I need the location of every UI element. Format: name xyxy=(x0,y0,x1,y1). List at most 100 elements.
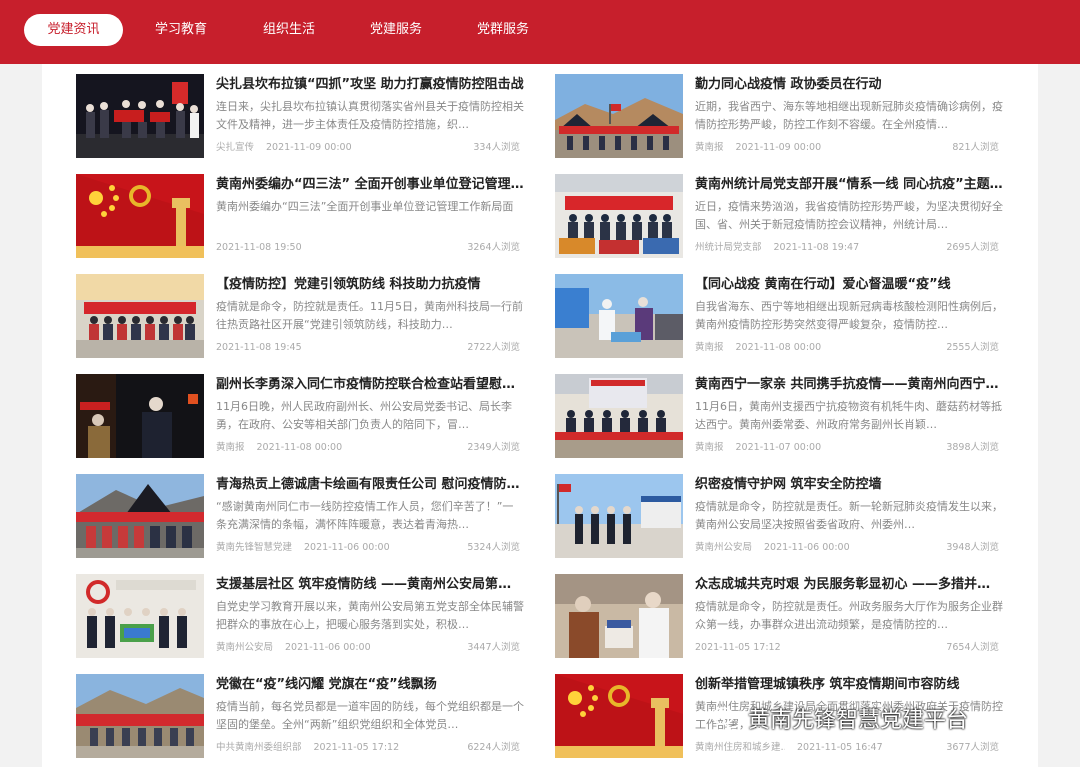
article-thumbnail xyxy=(76,274,204,358)
article-meta: 黄南州公安局 2021-11-06 00:00 3447人浏览 xyxy=(216,641,524,655)
article-source: 黄南报 xyxy=(216,442,245,453)
article-views: 3264人浏览 xyxy=(467,242,520,253)
article-meta: 黄南报 2021-11-08 00:00 2349人浏览 xyxy=(216,441,524,455)
article-meta: 黄南先锋智慧党建 2021-11-06 00:00 5324人浏览 xyxy=(216,541,524,555)
article-thumbnail xyxy=(555,74,683,158)
article-source: 黄南先锋智慧党建 xyxy=(216,542,293,553)
article-card[interactable]: 副州长李勇深入同仁市疫情防控联合检查站看望慰问一线工作人员 11月6日晚，州人民… xyxy=(76,374,524,458)
article-title[interactable]: 黄南州委编办“四三法” 全面开创事业单位登记管理工作新局面 xyxy=(216,176,524,194)
article-title[interactable]: 黄南西宁一家亲 共同携手抗疫情——黄南州向西宁市捐赠抗疫物资 xyxy=(695,376,1003,394)
article-date: 2021-11-06 00:00 xyxy=(285,642,371,653)
article-card[interactable]: 尖扎县坎布拉镇“四抓”攻坚 助力打赢疫情防控阻击战 连日来，尖扎县坎布拉镇认真贯… xyxy=(76,74,524,158)
article-card[interactable]: 黄南州统计局党支部开展“情系一线 同心抗疫”主题党日活动 近日，疫情来势汹汹，我… xyxy=(555,174,1003,258)
article-views: 6224人浏览 xyxy=(467,742,520,753)
article-card[interactable]: 勤力同心战疫情 政协委员在行动 近期，我省西宁、海东等地相继出现新冠肺炎疫情确诊… xyxy=(555,74,1003,158)
watermark: 黄南先锋智慧党建平台 xyxy=(712,702,968,734)
article-thumbnail xyxy=(76,374,204,458)
article-meta: 2021-11-05 17:12 7654人浏览 xyxy=(695,641,1003,655)
article-card[interactable]: 【同心战疫 黄南在行动】爱心督温暖“疫”线 自我省海东、西宁等地相继出现新冠病毒… xyxy=(555,274,1003,358)
article-summary: 连日来，尖扎县坎布拉镇认真贯彻落实省州县关于疫情防控相关文件及精神，进一步主体责… xyxy=(216,100,524,131)
article-date: 2021-11-09 00:00 xyxy=(266,142,352,153)
article-meta: 中共黄南州委组织部 2021-11-05 17:12 6224人浏览 xyxy=(216,741,524,755)
article-views: 2722人浏览 xyxy=(467,342,520,353)
tab-party-news[interactable]: 党建资讯 xyxy=(24,14,123,46)
article-source: 尖扎宣传 xyxy=(216,142,255,153)
article-thumbnail xyxy=(555,174,683,258)
tab-party-service[interactable]: 党建服务 xyxy=(348,14,444,46)
article-summary: 近期，我省西宁、海东等地相继出现新冠肺炎疫情确诊病例，疫情防控形势严峻，防控工作… xyxy=(695,100,1003,131)
article-thumbnail xyxy=(555,574,683,658)
article-title[interactable]: 【疫情防控】党建引领筑防线 科技助力抗疫情 xyxy=(216,276,524,294)
article-meta: 黄南报 2021-11-09 00:00 821人浏览 xyxy=(695,141,1003,155)
article-thumbnail xyxy=(555,674,683,758)
article-summary: 近日，疫情来势汹汹，我省疫情防控形势严峻，为坚决贯彻好全国、省、州关于新冠疫情防… xyxy=(695,200,1003,231)
article-meta: 2021-11-08 19:45 2722人浏览 xyxy=(216,341,524,355)
article-summary: 疫情当前，每名党员都是一道牢固的防线，每个党组织都是一个坚固的堡垒。全州“两新”… xyxy=(216,700,524,731)
tab-study-education[interactable]: 学习教育 xyxy=(133,14,229,46)
article-thumbnail xyxy=(76,74,204,158)
article-title[interactable]: 副州长李勇深入同仁市疫情防控联合检查站看望慰问一线工作人员 xyxy=(216,376,524,394)
article-title[interactable]: 织密疫情守护网 筑牢安全防控墙 xyxy=(695,476,1003,494)
wechat-icon xyxy=(712,706,742,736)
article-title[interactable]: 勤力同心战疫情 政协委员在行动 xyxy=(695,76,1003,94)
article-summary: 自我省海东、西宁等地相继出现新冠病毒核酸检测阳性病例后，黄南州疫情防控形势突然变… xyxy=(695,300,1003,331)
article-summary: “感谢黄南州同仁市一线防控疫情工作人员，您们辛苦了！”一条充满深情的条幅，满怀阵… xyxy=(216,500,514,531)
top-navigation-bar: 党建资讯 学习教育 组织生活 党建服务 党群服务 xyxy=(0,0,1080,64)
article-card[interactable]: 黄南西宁一家亲 共同携手抗疫情——黄南州向西宁市捐赠抗疫物资 11月6日，黄南州… xyxy=(555,374,1003,458)
article-summary: 疫情就是命令，防控就是责任。11月5日，黄南州科技局一行前往热贡路社区开展“党建… xyxy=(216,300,523,331)
article-title[interactable]: 尖扎县坎布拉镇“四抓”攻坚 助力打赢疫情防控阻击战 xyxy=(216,76,524,94)
article-meta: 尖扎宣传 2021-11-09 00:00 334人浏览 xyxy=(216,141,524,155)
article-summary: 疫情就是命令，防控就是责任。州政务服务大厅作为服务企业群众第一线，办事群众进出流… xyxy=(695,600,1003,631)
article-views: 2695人浏览 xyxy=(946,242,999,253)
article-card[interactable]: 青海热贡上德诚唐卡绘画有限责任公司 慰问疫情防控一线工作人员 “感谢黄南州同仁市… xyxy=(76,474,524,558)
article-summary: 自党史学习教育开展以来，黄南州公安局第五党支部全体民辅警把群众的事放在心上，把暖… xyxy=(216,600,524,631)
article-source: 黄南州公安局 xyxy=(216,642,274,653)
article-thumbnail xyxy=(76,574,204,658)
article-card[interactable]: 黄南州委编办“四三法” 全面开创事业单位登记管理工作新局面 黄南州委编办“四三法… xyxy=(76,174,524,258)
article-thumbnail xyxy=(555,274,683,358)
article-views: 2349人浏览 xyxy=(467,442,520,453)
article-title[interactable]: 众志成城共克时艰 为民服务彰显初心 ——多措并举做好疫情防控工作 xyxy=(695,576,1003,594)
article-date: 2021-11-06 00:00 xyxy=(764,542,850,553)
article-summary: 11月6日晚，州人民政府副州长、州公安局党委书记、局长李勇，在政府、公安等相关部… xyxy=(216,400,512,431)
article-views: 3898人浏览 xyxy=(946,442,999,453)
article-thumbnail xyxy=(76,474,204,558)
article-list: 尖扎县坎布拉镇“四抓”攻坚 助力打赢疫情防控阻击战 连日来，尖扎县坎布拉镇认真贯… xyxy=(42,64,1038,767)
article-thumbnail xyxy=(555,374,683,458)
article-views: 3677人浏览 xyxy=(946,742,999,753)
article-title[interactable]: 创新举措管理城镇秩序 筑牢疫情期间市容防线 xyxy=(695,676,1003,694)
article-title[interactable]: 黄南州统计局党支部开展“情系一线 同心抗疫”主题党日活动 xyxy=(695,176,1003,194)
article-summary: 疫情就是命令，防控就是责任。新一轮新冠肺炎疫情发生以来，黄南州公安局坚决按照省委… xyxy=(695,500,1003,531)
article-title[interactable]: 【同心战疫 黄南在行动】爱心督温暖“疫”线 xyxy=(695,276,1003,294)
article-date: 2021-11-08 19:47 xyxy=(773,242,860,253)
article-date: 2021-11-05 16:47 xyxy=(797,742,883,753)
tab-mass-service[interactable]: 党群服务 xyxy=(455,14,551,46)
article-meta: 黄南报 2021-11-07 00:00 3898人浏览 xyxy=(695,441,1003,455)
article-card[interactable]: 党徽在“疫”线闪耀 党旗在“疫”线飘扬 疫情当前，每名党员都是一道牢固的防线，每… xyxy=(76,674,524,758)
article-title[interactable]: 青海热贡上德诚唐卡绘画有限责任公司 慰问疫情防控一线工作人员 xyxy=(216,476,524,494)
article-card[interactable]: 织密疫情守护网 筑牢安全防控墙 疫情就是命令，防控就是责任。新一轮新冠肺炎疫情发… xyxy=(555,474,1003,558)
article-title[interactable]: 支援基层社区 筑牢疫情防线 ——黄南州公安局第五党支部开展主题党日活动 xyxy=(216,576,524,594)
article-date: 2021-11-07 00:00 xyxy=(735,442,822,453)
article-source: 黄南报 xyxy=(695,342,724,353)
article-date: 2021-11-08 19:45 xyxy=(216,342,302,353)
article-date: 2021-11-08 00:00 xyxy=(735,342,822,353)
tab-organization-life[interactable]: 组织生活 xyxy=(241,14,337,46)
article-date: 2021-11-09 00:00 xyxy=(735,142,822,153)
article-meta: 黄南州公安局 2021-11-06 00:00 3948人浏览 xyxy=(695,541,1003,555)
article-card[interactable]: 支援基层社区 筑牢疫情防线 ——黄南州公安局第五党支部开展主题党日活动 自党史学… xyxy=(76,574,524,658)
article-views: 2555人浏览 xyxy=(946,342,999,353)
article-thumbnail xyxy=(555,474,683,558)
article-title[interactable]: 党徽在“疫”线闪耀 党旗在“疫”线飘扬 xyxy=(216,676,524,694)
article-source: 中共黄南州委组织部 xyxy=(216,742,302,753)
article-thumbnail xyxy=(76,674,204,758)
article-views: 3447人浏览 xyxy=(467,642,520,653)
article-source: 黄南州住房和城乡建… xyxy=(695,742,785,753)
article-card[interactable]: 众志成城共克时艰 为民服务彰显初心 ——多措并举做好疫情防控工作 疫情就是命令，… xyxy=(555,574,1003,658)
article-meta: 州统计局党支部 2021-11-08 19:47 2695人浏览 xyxy=(695,241,1003,255)
article-thumbnail xyxy=(76,174,204,258)
article-views: 3948人浏览 xyxy=(946,542,999,553)
article-card[interactable]: 【疫情防控】党建引领筑防线 科技助力抗疫情 疫情就是命令，防控就是责任。11月5… xyxy=(76,274,524,358)
watermark-text: 黄南先锋智慧党建平台 xyxy=(748,708,969,733)
article-summary: 黄南州委编办“四三法”全面开创事业单位登记管理工作新局面 xyxy=(216,200,514,213)
